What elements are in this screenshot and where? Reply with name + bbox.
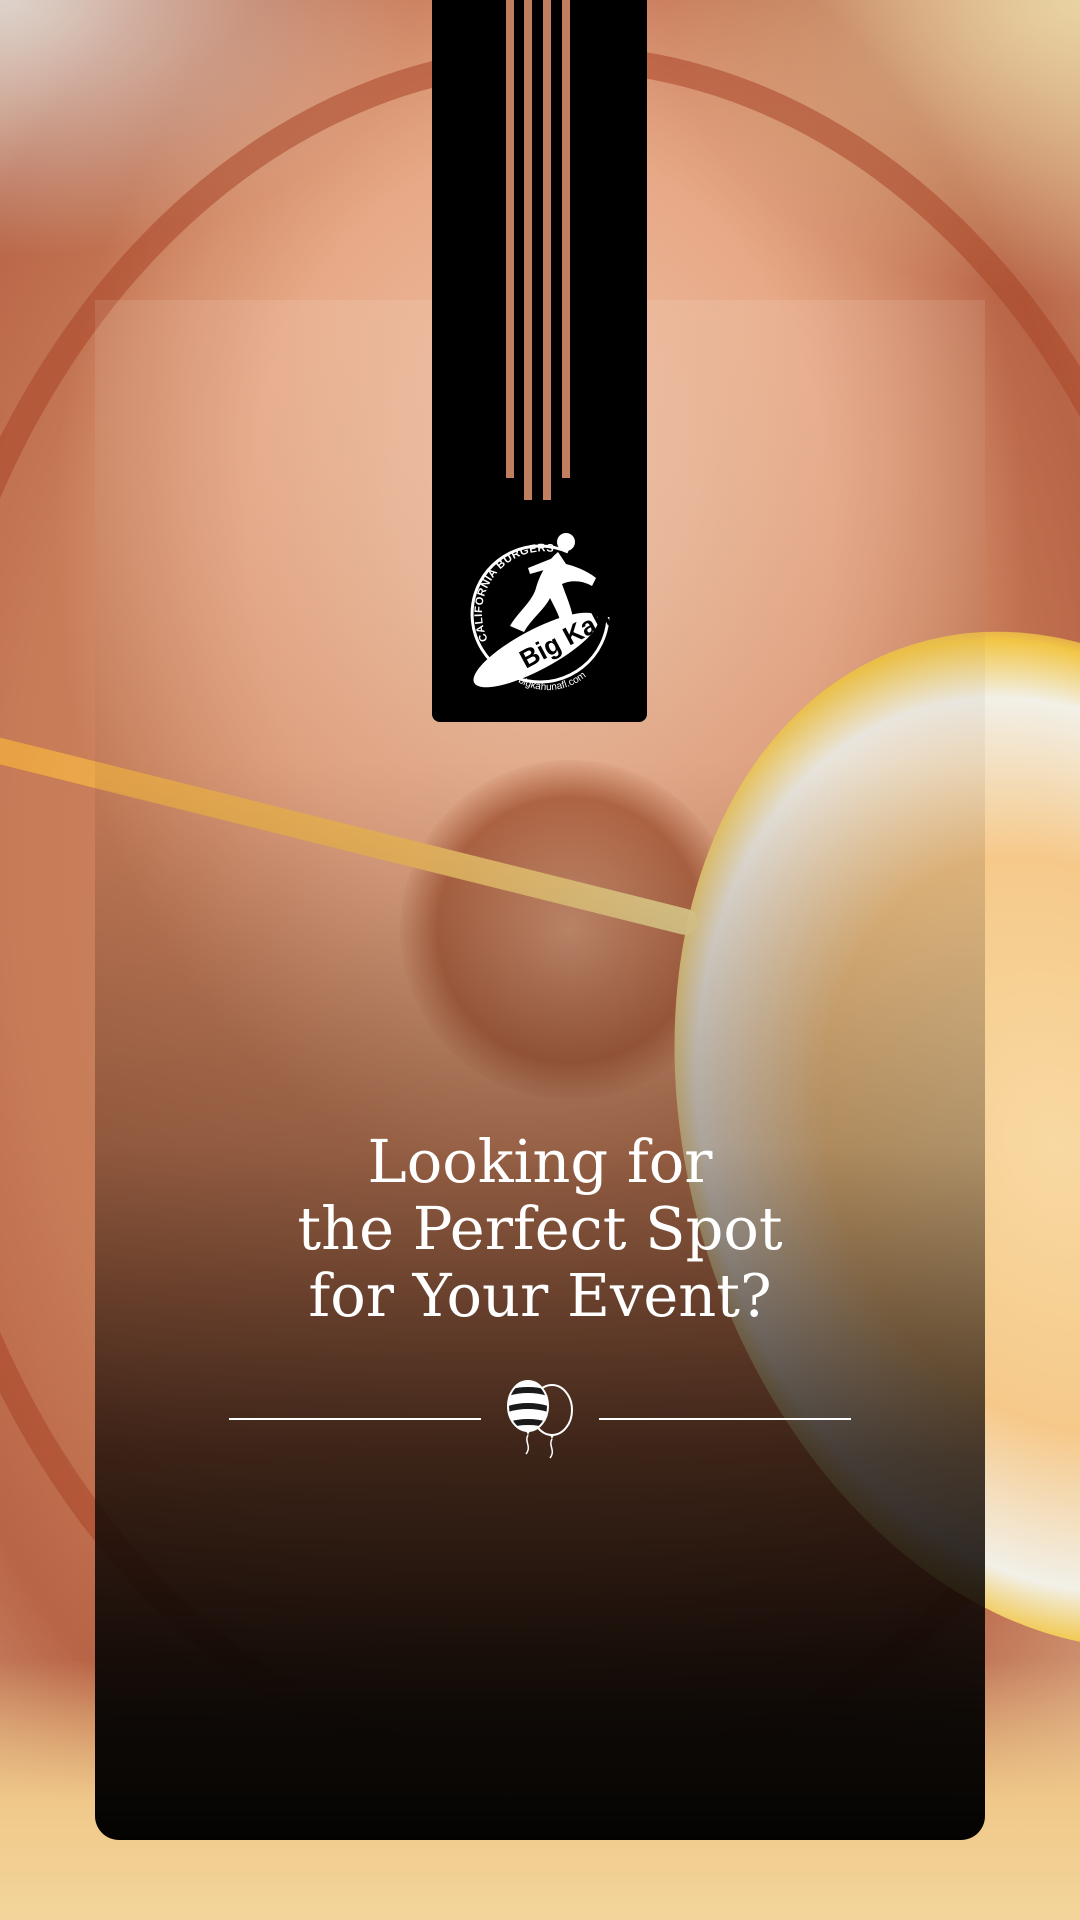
divider-line-right <box>599 1418 851 1420</box>
banner-stripe <box>524 0 532 500</box>
banner-stripe <box>506 0 514 478</box>
banner-stripe <box>543 0 551 500</box>
headline: Looking for the Perfect Spot for Your Ev… <box>95 1128 985 1329</box>
logo-wordmark: Big Kahuna <box>514 580 618 675</box>
big-kahuna-logo: CALIFORNIA BURGERS & TACOS Big Kahuna bi… <box>458 522 618 693</box>
headline-line-2: the Perfect Spot <box>297 1194 783 1263</box>
headline-line-1: Looking for <box>367 1127 713 1196</box>
headline-line-3: for Your Event? <box>308 1261 772 1330</box>
balloons-icon <box>507 1380 573 1459</box>
banner-stripe <box>562 0 570 478</box>
divider-line-left <box>229 1418 481 1420</box>
